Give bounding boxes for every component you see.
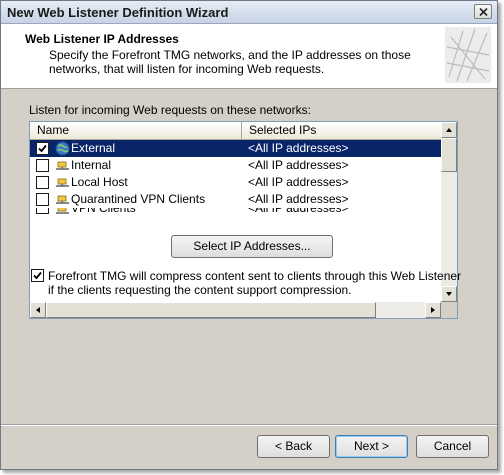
checkmark-icon [33,271,42,280]
page-description: Specify the Forefront TMG networks, and … [49,48,411,76]
row-selected-ips: <All IP addresses> [248,192,349,206]
compression-checkbox[interactable] [31,269,44,282]
row-selected-ips: <All IP addresses> [248,208,349,215]
network-row-vpn-clients[interactable]: VPN Clients <All IP addresses> [30,208,441,216]
row-checkbox[interactable] [36,176,49,189]
back-button[interactable]: < Back [257,435,330,458]
arrow-left-icon [36,307,40,313]
footer-divider [1,424,497,426]
row-name: External [71,141,116,155]
row-checkbox[interactable] [36,208,49,214]
horizontal-scroll-thumb[interactable] [46,302,376,318]
wizard-banner-graphic [445,27,491,83]
cancel-button[interactable]: Cancel [416,435,489,458]
row-checkbox[interactable] [36,142,49,155]
row-name: Quarantined VPN Clients [71,192,206,206]
scroll-right-button[interactable] [425,302,441,318]
network-row-quarantined-vpn-clients[interactable]: Quarantined VPN Clients <All IP addresse… [30,191,441,208]
wizard-header: Web Listener IP Addresses Specify the Fo… [1,24,497,89]
column-header-name[interactable]: Name [30,122,242,139]
arrow-up-icon [446,128,452,132]
row-selected-ips: <All IP addresses> [248,158,349,172]
close-icon [479,8,488,16]
list-header: Name Selected IPs [30,122,441,140]
scrollbar-corner [441,302,457,318]
row-name: Internal [71,158,112,172]
compression-label: Forefront TMG will compress content sent… [48,269,462,297]
page-title: Web Listener IP Addresses [25,32,179,46]
window-title: New Web Listener Definition Wizard [7,5,229,20]
wizard-window: New Web Listener Definition Wizard Web L… [0,0,498,470]
horizontal-scrollbar[interactable] [30,302,441,318]
network-row-local-host[interactable]: Local Host <All IP addresses> [30,174,441,191]
globe-icon [55,141,70,156]
row-name: VPN Clients [71,208,136,215]
select-ip-addresses-button[interactable]: Select IP Addresses... [171,235,333,258]
row-checkbox[interactable] [36,159,49,172]
row-checkbox[interactable] [36,193,49,206]
checkmark-icon [38,144,47,153]
networks-label: Listen for incoming Web requests on thes… [29,103,311,117]
next-button[interactable]: Next > [335,435,408,458]
scroll-left-button[interactable] [30,302,46,318]
row-name: Local Host [71,175,128,189]
vertical-scroll-thumb[interactable] [441,138,457,172]
wizard-content: Listen for incoming Web requests on thes… [1,89,497,424]
network-row-external[interactable]: External <All IP addresses> [30,140,441,157]
network-icon [56,178,69,187]
row-selected-ips: <All IP addresses> [248,175,349,189]
row-selected-ips: <All IP addresses> [248,141,349,155]
close-button[interactable] [474,4,492,19]
network-icon [56,208,69,214]
network-icon [56,161,69,170]
arrow-right-icon [431,307,435,313]
network-icon [56,195,69,204]
scroll-up-button[interactable] [441,122,457,138]
network-row-internal[interactable]: Internal <All IP addresses> [30,157,441,174]
title-bar[interactable]: New Web Listener Definition Wizard [1,1,497,24]
column-header-selected-ips[interactable]: Selected IPs [242,122,441,139]
